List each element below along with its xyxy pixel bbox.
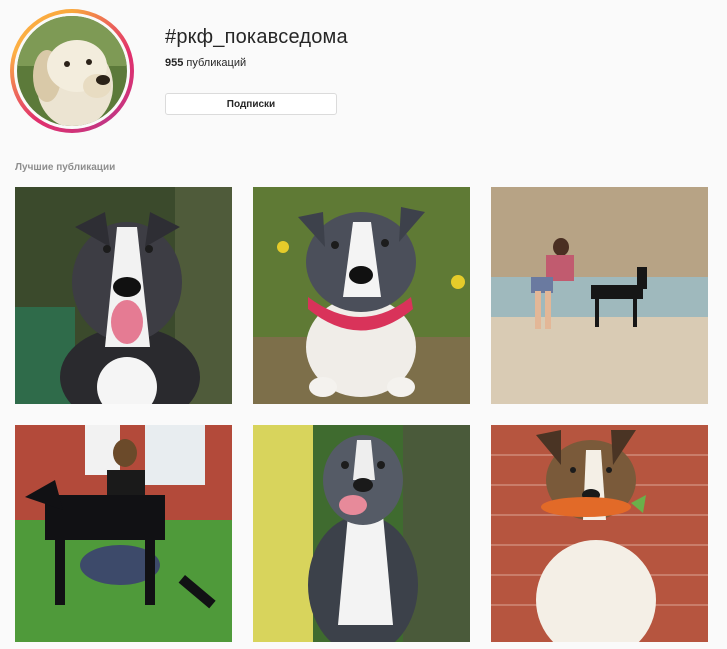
- post-tile-4[interactable]: [15, 425, 232, 642]
- post-image-beach-doberman: [491, 187, 708, 404]
- post-count-value: 955: [165, 57, 184, 69]
- post-tile-6[interactable]: [491, 425, 708, 642]
- follow-button[interactable]: Подписки: [165, 93, 337, 115]
- post-image-amstaff-portrait: [15, 187, 232, 404]
- post-count-line: 955 публикаций: [165, 57, 246, 69]
- post-tile-3[interactable]: [491, 187, 708, 404]
- post-tile-2[interactable]: [253, 187, 470, 404]
- top-posts-heading: Лучшие публикации: [15, 162, 116, 173]
- hashtag-title: #ркф_покавседома: [165, 26, 348, 48]
- post-count-label: публикаций: [186, 57, 247, 69]
- hashtag-avatar: [10, 9, 134, 133]
- post-image-amstaff-puppy: [253, 187, 470, 404]
- post-image-blue-pitbull: [253, 425, 470, 642]
- post-image-lawn-doberman: [15, 425, 232, 642]
- avatar-photo: [17, 16, 127, 126]
- post-image-sheltie-carrot: [491, 425, 708, 642]
- post-tile-5[interactable]: [253, 425, 470, 642]
- labrador-avatar-image: [17, 16, 127, 126]
- post-tile-1[interactable]: [15, 187, 232, 404]
